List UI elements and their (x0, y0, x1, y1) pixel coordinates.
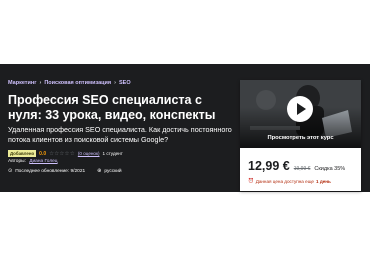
alarm-clock-icon: ⏰ (248, 178, 254, 183)
rating-value: 0.0 (39, 150, 47, 157)
breadcrumb-item-marketing[interactable]: Маркетинг (8, 80, 37, 86)
last-updated-text: Последнее обновление: 9/2021 (15, 168, 86, 174)
course-title: Профессия SEO специалиста с нуля: 33 уро… (8, 93, 216, 122)
chevron-right-icon: › (39, 80, 42, 86)
chevron-right-icon: › (114, 80, 116, 86)
language-text: русский (104, 168, 122, 174)
breadcrumb: Маркетинг › Поисковая оптимизация › SEO (8, 80, 131, 86)
course-preview[interactable]: Просмотреть этот курс (240, 80, 361, 148)
discount-label: Скидка 35% (314, 166, 346, 172)
price-row: 12,99 € 19,99 € Скидка 35% (248, 159, 345, 173)
play-icon[interactable] (287, 96, 313, 122)
price-timer: ⏰ Данная цена доступна еще 1 день (248, 178, 331, 184)
preview-label: Просмотреть этот курс (267, 135, 334, 141)
alert-icon: ⊙ (8, 168, 13, 174)
new-badge: Добавлено (8, 150, 37, 157)
original-price: 19,99 € (293, 166, 311, 172)
ratings-count-link[interactable]: (0 оценок) (78, 151, 100, 156)
breadcrumb-item-seo-category[interactable]: Поисковая оптимизация (44, 80, 111, 86)
author-line: Авторы: Диана Голец (8, 159, 58, 164)
breadcrumb-item-seo[interactable]: SEO (119, 80, 131, 86)
course-rating-row: Добавлено 0.0 ☆☆☆☆☆ (0 оценок) 1 студент (8, 149, 123, 158)
timer-text: Данная цена доступна еще (255, 178, 314, 184)
author-link[interactable]: Диана Голец (29, 159, 57, 164)
globe-icon: ⊕ (97, 168, 102, 174)
rating-stars: ☆☆☆☆☆ (49, 151, 75, 157)
author-label: Авторы: (8, 159, 26, 164)
purchase-card: Просмотреть этот курс 12,99 € 19,99 € Ск… (240, 80, 361, 191)
course-subtitle: Удаленная профессия SEO специалиста. Как… (8, 125, 232, 144)
course-update-info: ⊙ Последнее обновление: 9/2021 ⊕ русский (8, 168, 122, 174)
star-empty-icon: ☆ (69, 150, 75, 157)
timer-days: 1 день (315, 178, 331, 184)
current-price: 12,99 € (248, 159, 290, 173)
students-count: 1 студент (102, 151, 123, 156)
